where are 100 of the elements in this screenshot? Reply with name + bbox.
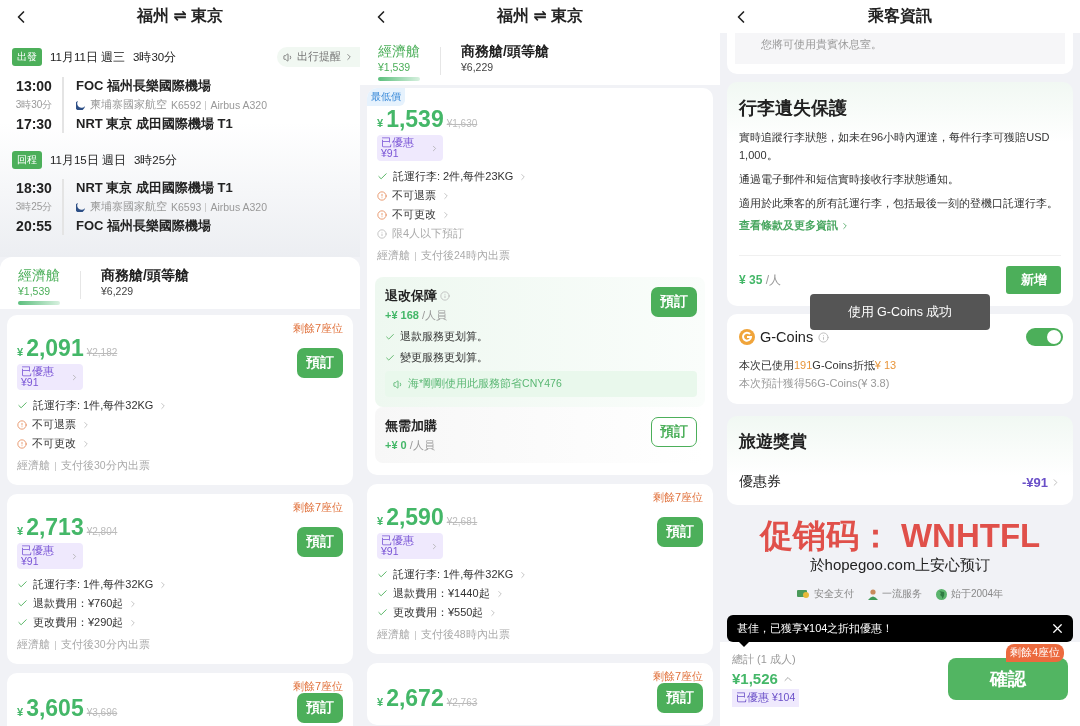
trip-date: 11月11日 週三 <box>50 49 126 65</box>
chevron-icon <box>70 551 79 561</box>
coin-icon <box>739 329 755 345</box>
book-button[interactable]: 預訂 <box>297 347 343 378</box>
seats-left: 剩餘7座位 <box>652 669 703 683</box>
coins-toggle[interactable] <box>1026 328 1063 346</box>
destination-airport: FOC 福州長樂國際機場 <box>76 217 213 235</box>
currency-sign: ¥ <box>17 525 24 537</box>
promo-site: 於hopegoo.com上安心预订 <box>809 555 991 575</box>
success-toast: 使用 G-Coins 成功 <box>810 294 990 330</box>
check-icon <box>17 579 28 590</box>
alert-icon <box>17 438 27 449</box>
discount-badge[interactable]: 已優惠 ¥91 <box>17 364 83 390</box>
aircraft-type: Airbus A320 <box>210 201 267 213</box>
discount-badge[interactable]: 已優惠 ¥91 <box>377 533 443 559</box>
speaker-icon <box>393 378 404 390</box>
speaker-icon <box>283 51 294 63</box>
discount-badge[interactable]: 已優惠 ¥91 <box>17 543 83 569</box>
info-icon <box>440 291 450 301</box>
reminder-button[interactable]: 出行提醒 <box>277 47 360 67</box>
chevron-icon <box>70 372 79 382</box>
check-icon <box>385 331 395 342</box>
book-button[interactable]: 預訂 <box>657 683 703 713</box>
promo-code: 促销码： WNHTFL <box>759 517 1041 555</box>
check-icon <box>17 400 28 411</box>
alert-icon <box>17 419 27 430</box>
add-button[interactable]: 新增 <box>1006 266 1061 294</box>
total-price: ¥1,526 <box>732 670 778 687</box>
cabin-tab[interactable]: 經濟艙 ¥1,539 <box>378 43 420 81</box>
fare-rule: 不可更改 <box>392 207 436 222</box>
cabin-tab[interactable]: 商務艙/頭等艙 ¥6,229 <box>461 43 549 81</box>
chevron-icon <box>81 438 91 449</box>
addon-price: +¥ 168 /人員 <box>385 308 449 323</box>
check-icon <box>17 598 28 609</box>
origin-airport: FOC 福州長樂國際機場 <box>76 77 213 95</box>
original-price: ¥2,681 <box>446 516 478 527</box>
destination-airport: NRT 東京 成田國際機場 T1 <box>76 115 234 133</box>
original-price: ¥2,804 <box>86 526 118 537</box>
person-icon <box>867 588 878 600</box>
original-price: ¥2,182 <box>86 347 118 358</box>
fare-price: 1,539 <box>386 106 444 133</box>
trip-tag: 出發 <box>12 48 42 66</box>
trip-tag: 回程 <box>12 151 42 169</box>
check-icon <box>377 171 388 182</box>
cabin-class: 經濟艙 <box>377 628 410 642</box>
airline-name: 柬埔寨國家航空 <box>90 200 167 214</box>
book-button[interactable]: 預訂 <box>297 693 343 723</box>
money-icon <box>796 589 810 599</box>
description-text: 實時追蹤行李狀態，如未在96小時內運達，每件行李可獲賠USD 1,000。 <box>739 130 1051 163</box>
ticketing-note: 支付後24時內出票 <box>421 249 510 263</box>
flight-number: K6593 <box>171 201 202 213</box>
fare-rule: 更改費用：¥550起 <box>393 605 484 620</box>
coupon-value[interactable]: -¥91 <box>1021 474 1061 490</box>
page-title: 福州 ⇌ 東京 <box>495 6 585 26</box>
fare-rule: 不可退票 <box>32 417 76 432</box>
departure-time: 18:30 <box>16 179 52 197</box>
seats-left: 剩餘7座位 <box>292 321 343 335</box>
origin-airport: NRT 東京 成田國際機場 T1 <box>76 179 234 197</box>
cabin-class: 經濟艙 <box>17 459 50 473</box>
book-button[interactable]: 預訂 <box>651 417 697 447</box>
check-icon <box>377 569 388 580</box>
book-button[interactable]: 預訂 <box>297 526 343 557</box>
trust-label: 一流服务 <box>881 587 922 601</box>
book-button[interactable]: 預訂 <box>651 287 697 317</box>
chevron-icon <box>441 190 451 201</box>
coupon-label: 優惠券 <box>739 473 781 491</box>
book-button[interactable]: 預訂 <box>657 516 703 547</box>
fare-rule: 限4人以下預訂 <box>392 226 465 241</box>
fare-rule: 託運行李: 1件,每件32KG <box>33 398 154 413</box>
currency-sign: ¥ <box>17 705 24 718</box>
coins-used-text: 本次已使用191G-Coins折抵¥ 13 <box>739 358 898 373</box>
fare-price: 3,605 <box>26 694 84 722</box>
savings-notice: 海*剛剛使用此服務節省CNY476 <box>385 371 697 397</box>
chevron-icon <box>441 209 451 220</box>
flight-duration: 3時30分 <box>15 98 53 112</box>
check-icon <box>377 588 388 599</box>
fare-rule: 託運行李: 1件,每件32KG <box>33 577 154 592</box>
close-button[interactable] <box>1050 621 1065 636</box>
trust-label: 安全支付 <box>813 587 854 601</box>
fare-rule: 退款費用：¥1440起 <box>393 586 490 601</box>
addon-benefit: 變更服務更划算。 <box>400 350 488 365</box>
arrival-time: 20:55 <box>16 217 52 235</box>
cabin-tab[interactable]: 商務艙/頭等艙 ¥6,229 <box>101 267 189 305</box>
terms-link[interactable]: 查看條款及更多資訊 <box>739 218 850 233</box>
cabin-tab[interactable]: 經濟艙 ¥1,539 <box>18 267 60 305</box>
discount-tag: 已優惠 ¥104 <box>732 689 800 707</box>
seats-left: 剩餘7座位 <box>292 500 343 514</box>
protection-price: ¥ 35 /人 <box>739 272 782 289</box>
alert-icon <box>377 209 387 220</box>
seats-left: 剩餘7座位 <box>292 679 343 693</box>
original-price: ¥2,763 <box>446 696 478 708</box>
fare-rule: 更改費用：¥290起 <box>33 615 124 630</box>
discount-badge[interactable]: 已優惠 ¥91 <box>377 135 443 161</box>
confirm-button[interactable]: 確認 <box>948 658 1068 700</box>
coins-earned-text: 本次預計獲得56G-Coins(¥ 3.8) <box>739 376 891 391</box>
page-title: 福州 ⇌ 東京 <box>135 6 225 26</box>
fare-price: 2,713 <box>26 514 84 541</box>
alert-icon <box>377 190 387 201</box>
check-icon <box>17 617 28 628</box>
description-text: 通過電子郵件和短信實時接收行李狀態通知。 <box>739 172 960 187</box>
